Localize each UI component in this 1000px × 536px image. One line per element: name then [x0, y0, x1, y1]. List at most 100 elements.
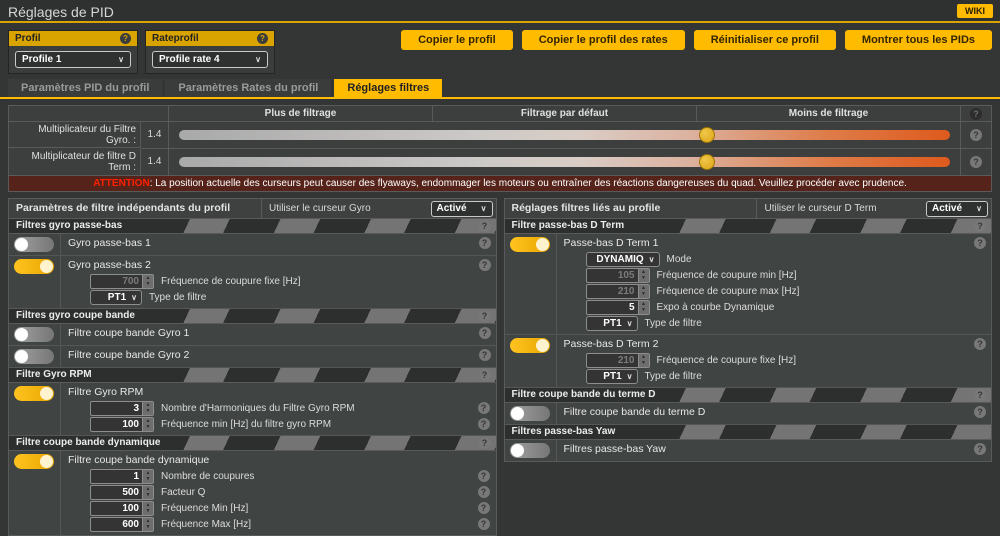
rateprofile-selector-box: Rateprofil Profile rate 4: [145, 30, 275, 74]
help-icon[interactable]: [478, 402, 490, 414]
dterm-lowpass1-expo-input[interactable]: 5: [586, 300, 650, 315]
spinner-icon[interactable]: [142, 402, 153, 415]
gyro-lowpass2-row: Gyro passe-bas 2 700 Fréquence de coupur…: [9, 256, 496, 309]
help-icon[interactable]: [974, 237, 986, 249]
spinner-icon[interactable]: [142, 418, 153, 431]
dynamic-notch-toggle[interactable]: [14, 454, 54, 469]
gyro-lowpass1-row: Gyro passe-bas 1: [9, 234, 496, 256]
gyro-lowpass2-toggle[interactable]: [14, 259, 54, 274]
spinner-icon[interactable]: [142, 486, 153, 499]
wiki-button[interactable]: WIKI: [957, 4, 993, 18]
help-icon[interactable]: [974, 443, 986, 455]
help-icon[interactable]: [974, 338, 986, 350]
help-icon[interactable]: [479, 349, 491, 361]
filter-panels: Paramètres de filtre indépendants du pro…: [8, 198, 992, 536]
gyro-multiplier-value: 1.4: [141, 122, 169, 149]
gyro-slider-track[interactable]: [179, 130, 950, 140]
dterm-lowpass1-type-select[interactable]: PT1: [586, 316, 638, 331]
help-icon[interactable]: [974, 406, 986, 418]
tab-bar: Paramètres PID du profil Paramètres Rate…: [0, 79, 1000, 99]
tab-pid-settings[interactable]: Paramètres PID du profil: [8, 79, 162, 97]
dyn-notch-maxfreq-input[interactable]: 600: [90, 517, 154, 532]
help-icon[interactable]: [970, 129, 982, 141]
gyro-notch1-toggle[interactable]: [14, 327, 54, 342]
tab-rates-settings[interactable]: Paramètres Rates du profil: [165, 79, 331, 97]
spinner-icon[interactable]: [638, 269, 649, 282]
reset-profile-button[interactable]: Réinitialiser ce profil: [694, 30, 836, 50]
gyro-notch2-label: Filtre coupe bande Gyro 2: [68, 348, 472, 363]
help-icon[interactable]: [478, 518, 490, 530]
spinner-icon[interactable]: [142, 470, 153, 483]
dyn-notch-count-input[interactable]: 1: [90, 469, 154, 484]
help-icon[interactable]: [479, 437, 491, 449]
tab-filter-settings[interactable]: Réglages filtres: [334, 79, 442, 97]
right-panel-title: Réglages filtres liés au profile: [505, 199, 758, 218]
help-icon[interactable]: [970, 156, 982, 168]
profile-filters-panel: Réglages filtres liés au profile Utilise…: [504, 198, 993, 462]
dterm-notch-toggle[interactable]: [510, 406, 550, 421]
section-dynamic-notch: Filtre coupe bande dynamique: [9, 436, 496, 451]
dterm-slider-thumb[interactable]: [699, 154, 715, 170]
help-icon[interactable]: [478, 502, 490, 514]
slider-header-help: [961, 106, 991, 122]
help-icon[interactable]: [974, 220, 986, 232]
rateprofile-select[interactable]: Profile rate 4: [152, 51, 268, 68]
help-icon[interactable]: [120, 33, 131, 44]
gyro-lowpass2-freq-input[interactable]: 700: [90, 274, 154, 289]
rateprofile-label: Rateprofil: [152, 33, 199, 44]
spinner-icon[interactable]: [142, 275, 153, 288]
help-icon[interactable]: [974, 389, 986, 401]
dyn-notch-minfreq-input[interactable]: 100: [90, 501, 154, 516]
dterm-lowpass2-toggle[interactable]: [510, 338, 550, 353]
warning-text: : La position actuelle des curseurs peut…: [150, 178, 907, 189]
spinner-icon[interactable]: [638, 285, 649, 298]
dynamic-notch-row: Filtre coupe bande dynamique 1 Nombre de…: [9, 451, 496, 535]
profile-select[interactable]: Profile 1: [15, 51, 131, 68]
dterm-lowpass1-mode-select[interactable]: DYNAMIQ: [586, 252, 660, 267]
spinner-icon[interactable]: [638, 301, 649, 314]
gyro-lowpass1-toggle[interactable]: [14, 237, 54, 252]
help-icon[interactable]: [478, 418, 490, 430]
spinner-icon[interactable]: [638, 354, 649, 367]
use-dterm-slider-select[interactable]: Activé: [926, 201, 988, 217]
copy-rateprofile-button[interactable]: Copier le profil des rates: [522, 30, 685, 50]
dterm-lowpass1-maxfreq-input[interactable]: 210: [586, 284, 650, 299]
dterm-lowpass1-toggle[interactable]: [510, 237, 550, 252]
spinner-icon[interactable]: [142, 518, 153, 531]
help-icon[interactable]: [479, 310, 491, 322]
dterm-slider-track[interactable]: [179, 157, 950, 167]
dyn-notch-q-input[interactable]: 500: [90, 485, 154, 500]
yaw-lowpass-toggle[interactable]: [510, 443, 550, 458]
gyro-rpm-toggle[interactable]: [14, 386, 54, 401]
gyro-lowpass2-type-select[interactable]: PT1: [90, 290, 142, 305]
gyro-notch2-row: Filtre coupe bande Gyro 2: [9, 346, 496, 368]
dterm-slider-help: [961, 149, 991, 175]
help-icon[interactable]: [478, 470, 490, 482]
dterm-lowpass2-type-select[interactable]: PT1: [586, 369, 638, 384]
show-all-pids-button[interactable]: Montrer tous les PIDs: [845, 30, 992, 50]
help-icon[interactable]: [257, 33, 268, 44]
gyro-lowpass1-label: Gyro passe-bas 1: [68, 236, 472, 251]
help-icon[interactable]: [479, 220, 491, 232]
help-icon[interactable]: [479, 237, 491, 249]
spinner-icon[interactable]: [142, 502, 153, 515]
rpm-minfreq-input[interactable]: 100: [90, 417, 154, 432]
help-icon[interactable]: [479, 369, 491, 381]
help-icon[interactable]: [479, 259, 491, 271]
page-header: Réglages de PID WIKI: [0, 0, 1000, 23]
profile-label: Profil: [15, 33, 41, 44]
rpm-harmonics-input[interactable]: 3: [90, 401, 154, 416]
use-gyro-slider-select[interactable]: Activé: [431, 201, 493, 217]
gyro-slider-help: [961, 122, 991, 149]
help-icon[interactable]: [970, 108, 982, 120]
page-title: Réglages de PID: [8, 4, 114, 20]
profile-independent-filters-panel: Paramètres de filtre indépendants du pro…: [8, 198, 497, 536]
gyro-slider-thumb[interactable]: [699, 127, 715, 143]
copy-profile-button[interactable]: Copier le profil: [401, 30, 513, 50]
help-icon[interactable]: [479, 327, 491, 339]
help-icon[interactable]: [478, 486, 490, 498]
dterm-lowpass1-minfreq-input[interactable]: 105: [586, 268, 650, 283]
use-gyro-slider-label: Utiliser le curseur Gyro: [269, 203, 371, 214]
gyro-notch2-toggle[interactable]: [14, 349, 54, 364]
dterm-lowpass2-freq-input[interactable]: 210: [586, 353, 650, 368]
